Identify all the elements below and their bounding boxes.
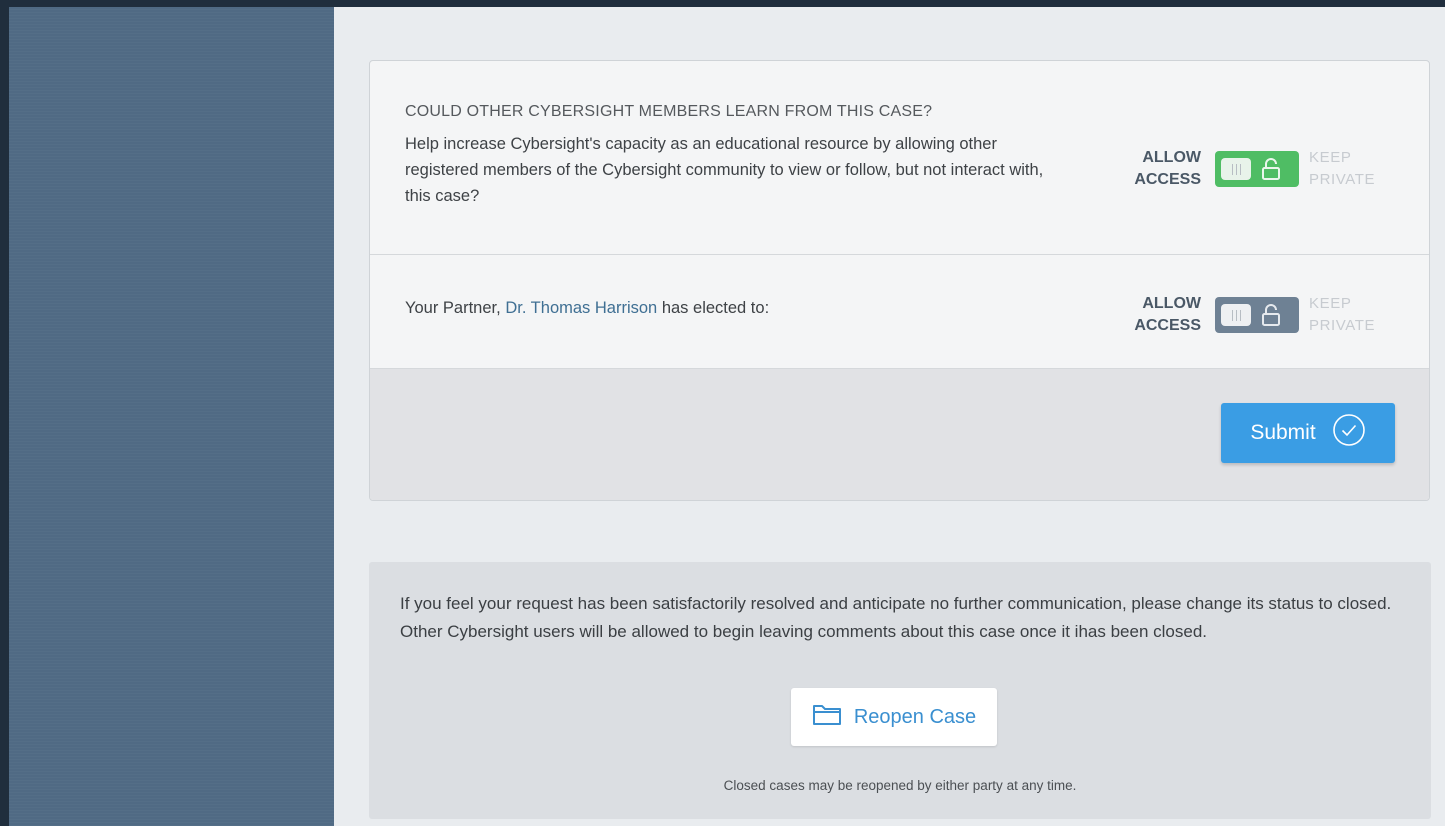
submit-button[interactable]: Submit	[1221, 403, 1395, 463]
sharing-access-toggle[interactable]	[1215, 151, 1299, 187]
allow-label-line2: ACCESS	[1134, 171, 1201, 188]
reopen-case-button[interactable]: Reopen Case	[791, 688, 997, 746]
partner-access-toggle	[1215, 297, 1299, 333]
partner-name-link[interactable]: Dr. Thomas Harrison	[505, 299, 657, 317]
keep-private-label: KEEP PRIVATE	[1309, 147, 1375, 191]
unlock-icon	[1261, 157, 1281, 186]
close-case-instructions: If you feel your request has been satisf…	[400, 594, 1392, 641]
partner-toggle-group: ALLOW ACCESS KEEP PRIVATE	[1121, 291, 1401, 337]
allow-label-line1: ALLOW	[1142, 149, 1201, 166]
keep-label-line2: PRIVATE	[1309, 171, 1376, 188]
sharing-toggle-group: ALLOW ACCESS KEEP PRIVATE	[1121, 145, 1401, 191]
partner-suffix: has elected to:	[661, 299, 770, 317]
unlock-icon	[1261, 303, 1281, 332]
sidebar	[9, 7, 334, 826]
toggle-knob[interactable]	[1221, 158, 1251, 180]
partner-row: Your Partner, Dr. Thomas Harrison has el…	[370, 255, 1429, 369]
sharing-heading: COULD OTHER CYBERSIGHT MEMBERS LEARN FRO…	[405, 103, 933, 120]
reopen-note: Closed cases may be reopened by either p…	[723, 778, 1077, 793]
sharing-description: Help increase Cybersight's capacity as a…	[405, 135, 1044, 205]
allow-label-line2: ACCESS	[1134, 317, 1201, 334]
reopen-case-label: Reopen Case	[853, 705, 977, 728]
folder-icon	[812, 702, 842, 732]
keep-label-line1: KEEP	[1309, 295, 1352, 312]
keep-label-line1: KEEP	[1309, 149, 1352, 166]
partner-keep-private-label: KEEP PRIVATE	[1309, 293, 1375, 337]
sharing-card: COULD OTHER CYBERSIGHT MEMBERS LEARN FRO…	[369, 60, 1430, 501]
keep-label-line2: PRIVATE	[1309, 317, 1376, 334]
submit-row: Submit	[370, 369, 1429, 500]
sharing-question-row: COULD OTHER CYBERSIGHT MEMBERS LEARN FRO…	[370, 61, 1429, 255]
toggle-knob	[1221, 304, 1251, 326]
partner-prefix: Your Partner,	[405, 299, 501, 317]
main-content: COULD OTHER CYBERSIGHT MEMBERS LEARN FRO…	[334, 7, 1445, 826]
allow-access-label: ALLOW ACCESS	[1134, 147, 1201, 191]
partner-statement: Your Partner, Dr. Thomas Harrison has el…	[405, 299, 769, 318]
close-case-panel: If you feel your request has been satisf…	[369, 562, 1431, 819]
partner-allow-access-label: ALLOW ACCESS	[1134, 293, 1201, 337]
allow-label-line1: ALLOW	[1142, 295, 1201, 312]
submit-label: Submit	[1250, 421, 1316, 444]
grip-icon	[1231, 163, 1241, 175]
grip-icon	[1231, 309, 1241, 321]
check-circle-icon	[1332, 413, 1366, 453]
